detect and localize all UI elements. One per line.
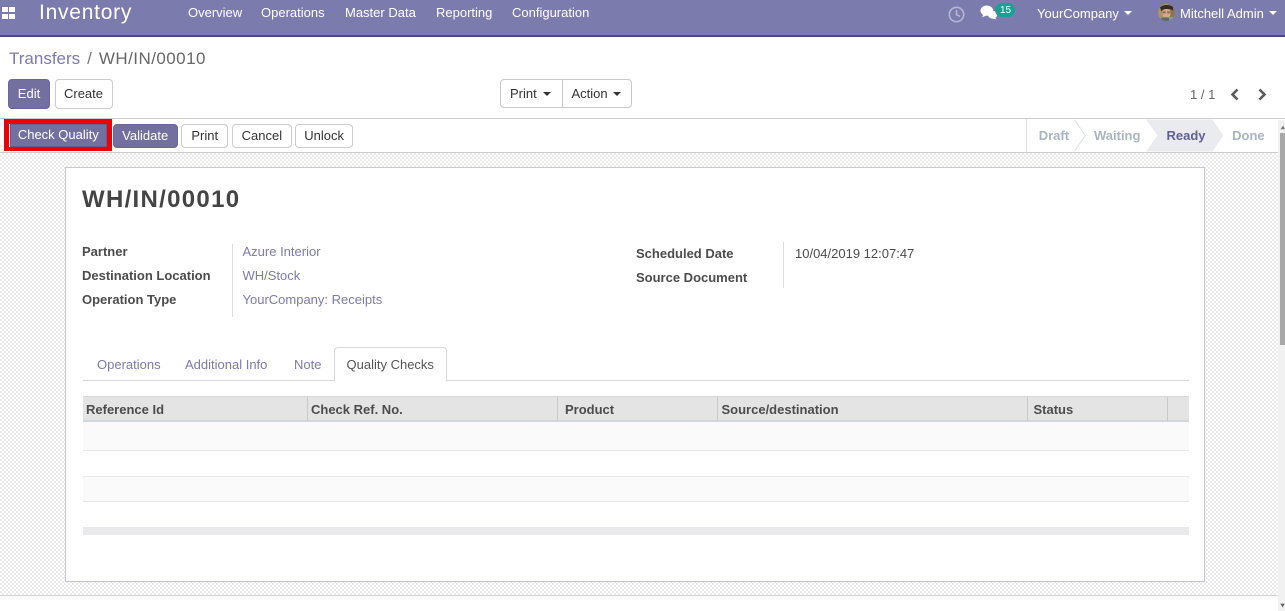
svg-text:Draft: Draft [1039,128,1070,143]
svg-text:Ready: Ready [1166,128,1206,143]
svg-text:Waiting: Waiting [1094,128,1141,143]
svg-text:Done: Done [1232,128,1265,143]
